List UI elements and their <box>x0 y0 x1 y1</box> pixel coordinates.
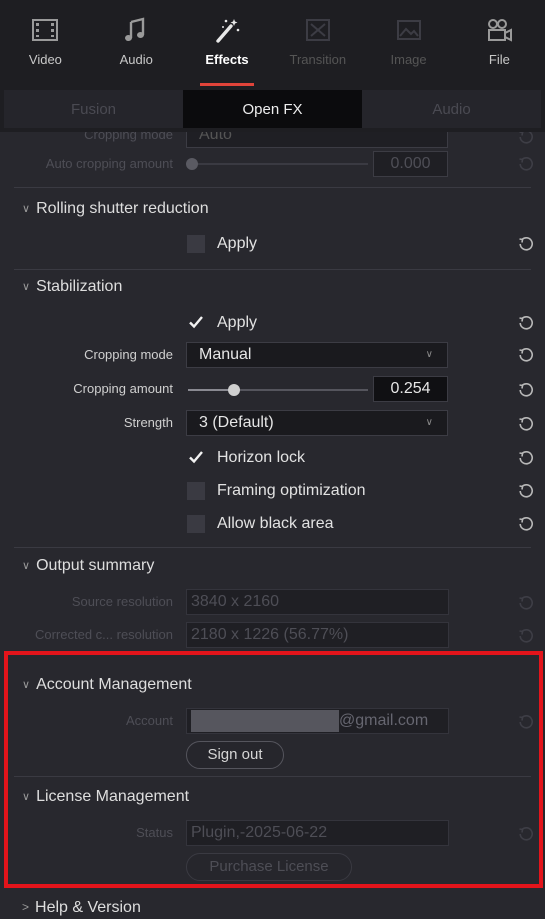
rolling-shutter-apply-checkbox[interactable] <box>187 235 205 253</box>
subtab-bar: Fusion Open FX Audio <box>0 86 545 132</box>
reset-icon[interactable] <box>518 450 534 466</box>
allow-black-area-label: Allow black area <box>217 515 334 532</box>
magic-wand-icon <box>216 19 240 43</box>
framing-optimization-label: Framing optimization <box>217 482 366 499</box>
auto-cropping-slider[interactable] <box>186 158 368 170</box>
strength-label: Strength <box>123 415 173 430</box>
top-cropping-mode-select[interactable]: Auto <box>186 132 448 148</box>
cropping-amount-label: Cropping amount <box>73 381 173 396</box>
corrected-resolution-label: Corrected c... resolution <box>34 627 173 642</box>
strength-value: 3 (Default) <box>199 414 274 431</box>
reset-icon[interactable] <box>518 516 534 532</box>
tool-audio-label: Audio <box>119 52 153 67</box>
top-toolbar: Video Audio Effects Transition Image Fil… <box>0 0 545 86</box>
cropping-amount-slider[interactable] <box>188 384 368 396</box>
reset-icon[interactable] <box>518 483 534 499</box>
chevron-down-icon: ∨ <box>425 349 433 360</box>
image-icon <box>396 20 421 40</box>
tool-file[interactable]: File <box>454 0 545 86</box>
chevron-down-icon: ∨ <box>425 417 433 428</box>
chevron-right-icon: > <box>22 900 30 914</box>
allow-black-area-checkbox[interactable] <box>187 515 205 533</box>
highlight-box <box>4 651 543 888</box>
reset-icon[interactable] <box>518 382 534 398</box>
tool-transition[interactable]: Transition <box>272 0 363 86</box>
section-title: Help & Version <box>35 899 141 916</box>
section-title: Stabilization <box>36 278 123 295</box>
reset-icon[interactable] <box>518 315 534 331</box>
reset-icon[interactable] <box>518 236 534 252</box>
divider <box>14 547 531 548</box>
subtab-open-fx[interactable]: Open FX <box>183 90 362 128</box>
tool-audio[interactable]: Audio <box>91 0 182 86</box>
auto-cropping-value[interactable]: 0.000 <box>373 151 448 177</box>
cropping-mode-label: Cropping mode <box>84 347 173 362</box>
reset-icon[interactable] <box>518 132 534 145</box>
source-resolution-field: 3840 x 2160 <box>186 589 449 615</box>
section-rolling-shutter[interactable]: ∨ Rolling shutter reduction <box>22 192 209 226</box>
section-output-summary[interactable]: ∨ Output summary <box>22 549 154 583</box>
slider-knob[interactable] <box>186 158 198 170</box>
chevron-down-icon: ∨ <box>22 281 31 293</box>
section-stabilization[interactable]: ∨ Stabilization <box>22 270 122 304</box>
auto-cropping-label: Auto cropping amount <box>45 156 173 171</box>
tool-transition-label: Transition <box>289 52 347 67</box>
tool-image[interactable]: Image <box>363 0 454 86</box>
reset-icon[interactable] <box>518 416 534 432</box>
reset-icon[interactable] <box>518 347 534 363</box>
subtab-audio[interactable]: Audio <box>362 90 541 128</box>
strength-select[interactable]: 3 (Default) ∨ <box>186 410 448 436</box>
projector-icon <box>488 19 513 42</box>
section-title: Rolling shutter reduction <box>36 200 209 217</box>
chevron-down-icon: ∨ <box>22 560 31 572</box>
checkmark-icon <box>189 316 203 329</box>
cropping-mode-select[interactable]: Manual ∨ <box>186 342 448 368</box>
reset-icon[interactable] <box>518 156 534 172</box>
cropping-mode-value: Manual <box>199 346 252 363</box>
tool-video-label: Video <box>28 52 62 67</box>
subtab-fusion[interactable]: Fusion <box>4 90 183 128</box>
corrected-resolution-field: 2180 x 1226 (56.77%) <box>186 622 449 648</box>
stabilization-apply-checkbox[interactable] <box>187 313 205 331</box>
chevron-down-icon: ∨ <box>22 203 31 215</box>
section-help-version[interactable]: > Help & Version <box>22 891 141 919</box>
framing-optimization-checkbox[interactable] <box>187 482 205 500</box>
source-resolution-label: Source resolution <box>71 594 173 609</box>
divider <box>14 187 531 188</box>
stabilization-apply-label: Apply <box>217 314 258 331</box>
tool-file-label: File <box>488 52 510 67</box>
checkmark-icon <box>189 451 203 464</box>
horizon-lock-label: Horizon lock <box>217 449 306 466</box>
tool-image-label: Image <box>390 52 427 67</box>
film-icon <box>32 19 59 41</box>
tool-effects-label: Effects <box>205 52 249 67</box>
section-title: Output summary <box>36 557 155 574</box>
cropping-amount-value[interactable]: 0.254 <box>373 376 448 402</box>
horizon-lock-checkbox[interactable] <box>187 448 205 466</box>
transition-icon <box>305 19 330 41</box>
tool-video[interactable]: Video <box>0 0 91 86</box>
tool-effects[interactable]: Effects <box>182 0 273 86</box>
rolling-shutter-apply-label: Apply <box>217 235 258 252</box>
music-note-icon <box>125 17 145 41</box>
reset-icon[interactable] <box>518 628 534 644</box>
slider-knob[interactable] <box>228 384 240 396</box>
reset-icon[interactable] <box>518 595 534 611</box>
